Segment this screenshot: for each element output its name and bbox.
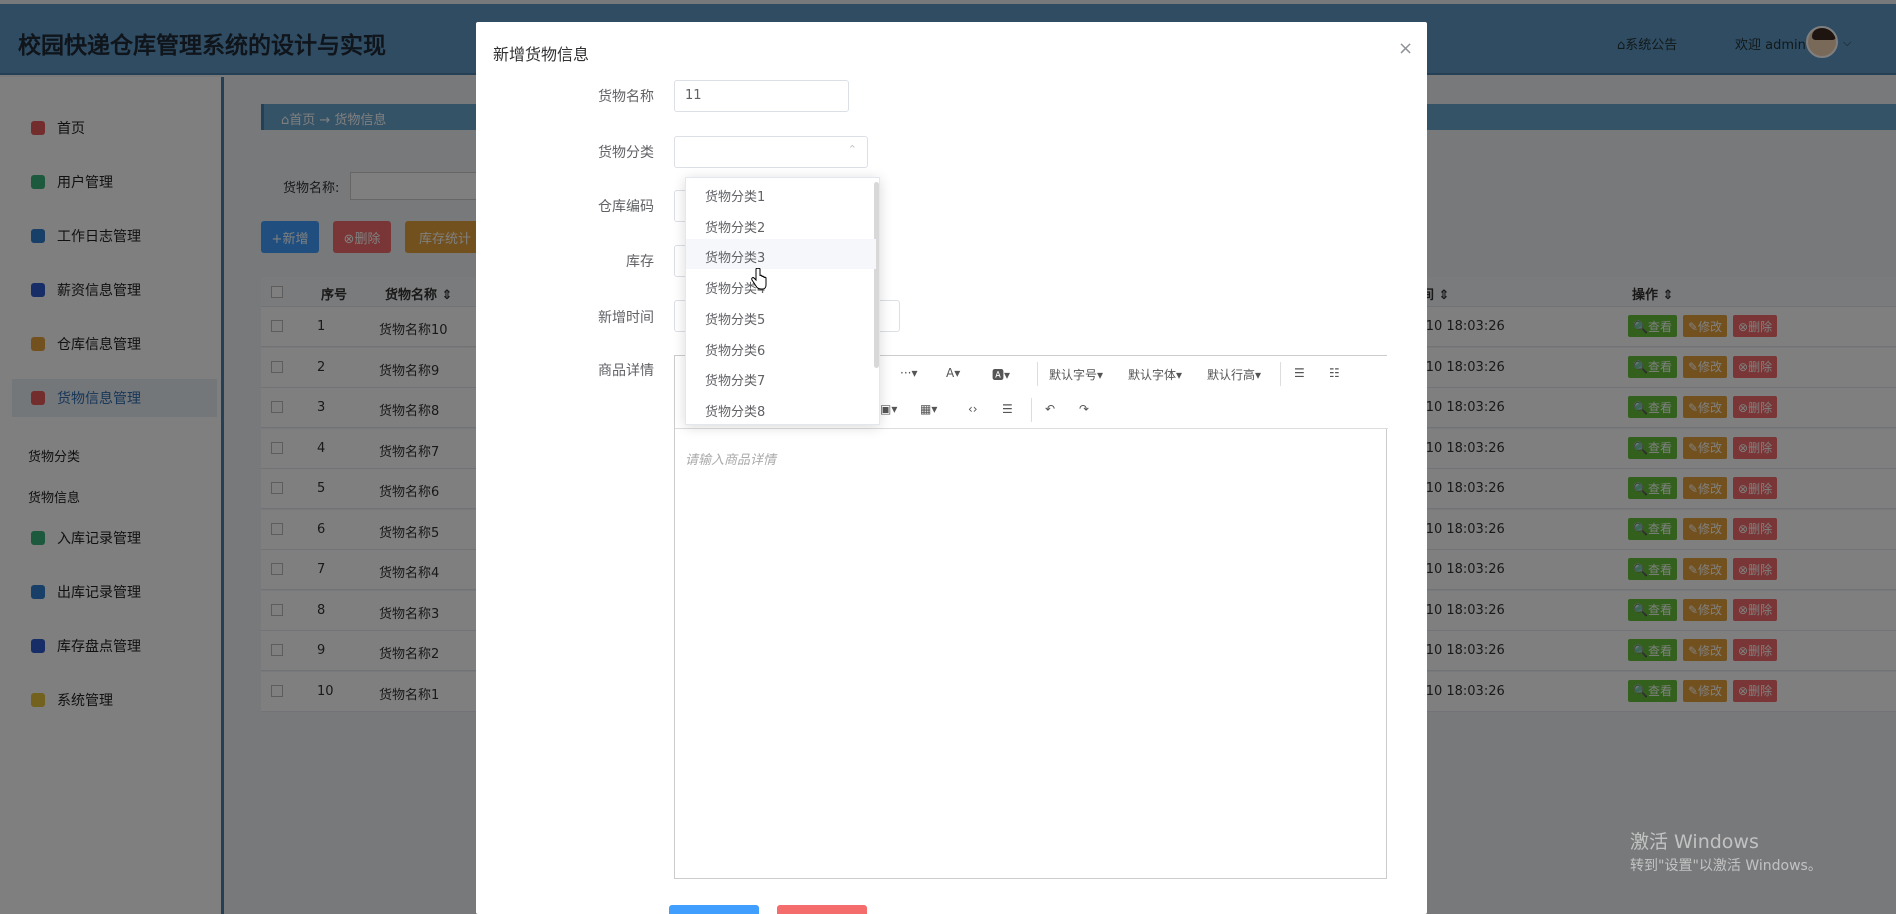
stock-label: 库存 bbox=[626, 254, 654, 270]
activation-watermark-sub: 转到"设置"以激活 Windows。 bbox=[1630, 858, 1822, 874]
warehouse-label: 仓库编码 bbox=[598, 199, 654, 215]
toolbar-divider bbox=[1031, 398, 1032, 422]
dropdown-option[interactable]: 货物分类2 bbox=[686, 209, 876, 239]
editor-placeholder: 请输入商品详情 bbox=[685, 453, 777, 468]
toolbar-divider bbox=[1280, 362, 1281, 386]
category-select[interactable]: ⌃ bbox=[674, 136, 868, 168]
activation-watermark: 激活 Windows bbox=[1630, 831, 1759, 853]
redo-icon[interactable]: ↷ bbox=[1079, 402, 1089, 416]
ordered-list-icon[interactable]: ☷ bbox=[1329, 366, 1340, 380]
font-size-tool[interactable]: 默认字号▾ bbox=[1049, 366, 1103, 383]
image-tool[interactable]: ▣▾ bbox=[880, 402, 897, 416]
dropdown-option[interactable]: 货物分类3 bbox=[686, 239, 876, 270]
toolbar-divider bbox=[1037, 362, 1038, 386]
dropdown-option[interactable]: 货物分类1 bbox=[686, 178, 876, 208]
confirm-button[interactable] bbox=[669, 905, 759, 914]
more-tool[interactable]: ···▾ bbox=[900, 366, 917, 380]
dropdown-option[interactable]: 货物分类8 bbox=[686, 393, 876, 423]
dropdown-option[interactable]: 货物分类5 bbox=[686, 301, 876, 331]
undo-icon[interactable]: ↶ bbox=[1045, 402, 1055, 416]
divider-icon[interactable]: ☰ bbox=[1002, 402, 1013, 416]
hand-cursor-icon bbox=[751, 268, 767, 290]
line-height-tool[interactable]: 默认行高▾ bbox=[1207, 366, 1261, 383]
dropdown-option[interactable]: 货物分类4 bbox=[686, 270, 876, 300]
dropdown-option[interactable]: 货物分类6 bbox=[686, 332, 876, 362]
time-label: 新增时间 bbox=[598, 310, 654, 326]
unordered-list-icon[interactable]: ☰ bbox=[1294, 366, 1305, 380]
code-icon[interactable]: ‹› bbox=[968, 402, 978, 416]
close-icon[interactable]: × bbox=[1398, 38, 1413, 59]
dropdown-option[interactable]: 货物分类7 bbox=[686, 362, 876, 392]
font-family-tool[interactable]: 默认字体▾ bbox=[1128, 366, 1182, 383]
chevron-up-icon: ⌃ bbox=[847, 143, 857, 156]
cancel-button[interactable] bbox=[777, 905, 867, 914]
category-label: 货物分类 bbox=[598, 145, 654, 161]
name-input[interactable]: 11 bbox=[674, 80, 849, 112]
detail-label: 商品详情 bbox=[598, 363, 654, 379]
table-tool[interactable]: ▦▾ bbox=[920, 402, 937, 416]
name-label: 货物名称 bbox=[598, 89, 654, 105]
font-color-tool[interactable]: A▾ bbox=[946, 366, 960, 380]
bg-color-tool[interactable]: 🅰▾ bbox=[992, 366, 1010, 383]
dialog-title: 新增货物信息 bbox=[493, 45, 590, 64]
category-dropdown: 货物分类1 货物分类2 货物分类3 货物分类4 货物分类5 货物分类6 货物分类7 货物分类8 bbox=[685, 177, 880, 425]
rich-text-editor[interactable]: ···▾ A▾ 🅰▾ 默认字号▾ 默认字体▾ 默认行高▾ ☰ ☷ ▣▾ ▦▾ ‹… bbox=[674, 355, 1388, 879]
